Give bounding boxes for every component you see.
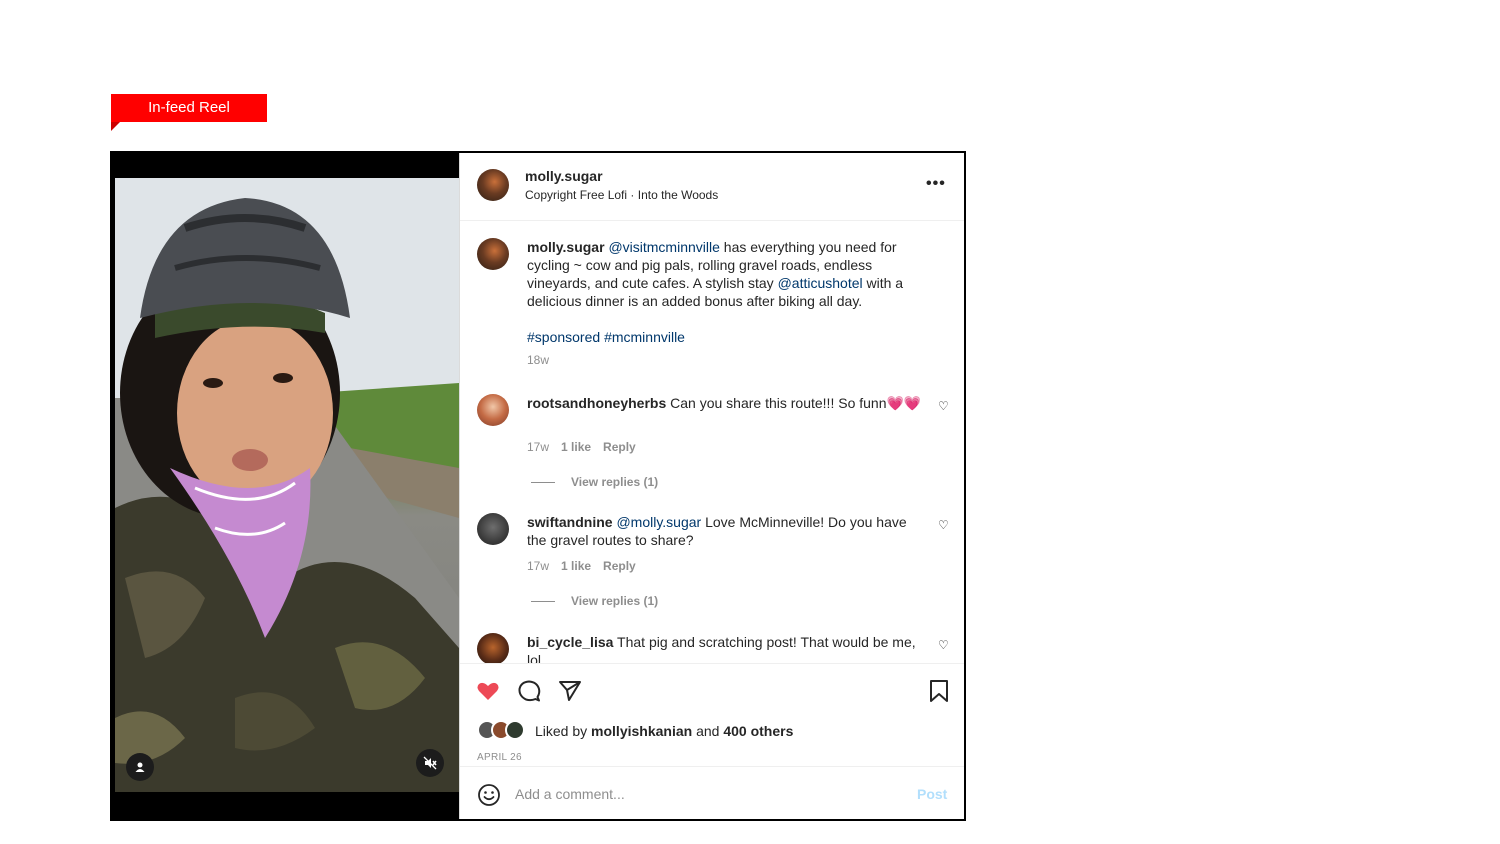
- view-replies-label: View replies (1): [571, 475, 659, 489]
- more-horizontal-icon[interactable]: •••: [926, 175, 946, 193]
- heart-outline-icon[interactable]: ♡: [938, 399, 949, 413]
- comment-username[interactable]: bi_cycle_lisa: [527, 634, 613, 650]
- comment-username[interactable]: swiftandnine: [527, 514, 613, 530]
- avatar[interactable]: [477, 238, 509, 270]
- post-date[interactable]: APRIL 26: [477, 752, 522, 763]
- audio-info[interactable]: Copyright Free Lofi · Into the Woods: [525, 188, 718, 202]
- comment-time: 17w: [527, 440, 550, 454]
- add-comment-bar: Post: [460, 766, 964, 819]
- in-feed-reel-tag: In-feed Reel: [111, 94, 267, 122]
- caption-time: 18w: [527, 353, 550, 367]
- bookmark-icon[interactable]: [926, 678, 952, 704]
- comment-time: 17w: [527, 559, 550, 573]
- tagged-user-icon[interactable]: [126, 753, 154, 781]
- avatar[interactable]: [477, 169, 509, 201]
- reel-post-frame: molly.sugar Copyright Free Lofi · Into t…: [110, 151, 966, 821]
- replies-line: [531, 482, 555, 484]
- post-button[interactable]: Post: [917, 786, 947, 802]
- comment-text: bi_cycle_lisa That pig and scratching po…: [527, 633, 922, 663]
- post-username[interactable]: molly.sugar: [525, 168, 603, 184]
- audio-separator: ·: [630, 188, 635, 202]
- action-bar: [460, 663, 964, 723]
- reply-button[interactable]: Reply: [603, 440, 636, 454]
- liked-by-user[interactable]: mollyishkanian: [591, 723, 692, 739]
- emoji-icon[interactable]: [477, 783, 501, 807]
- tag-tail: [111, 122, 120, 131]
- share-icon[interactable]: [557, 678, 583, 704]
- heart-filled-icon[interactable]: [475, 678, 501, 704]
- post-details-panel: molly.sugar Copyright Free Lofi · Into t…: [459, 153, 964, 819]
- comment-meta: 17w 1 like Reply: [527, 440, 648, 454]
- comment-icon[interactable]: [516, 678, 542, 704]
- liker-avatar[interactable]: [505, 720, 525, 740]
- video-frame-image: [115, 178, 459, 792]
- audio-track: Into the Woods: [637, 188, 719, 202]
- comment-likes[interactable]: 1 like: [561, 440, 591, 454]
- caption-username[interactable]: molly.sugar: [527, 239, 605, 255]
- avatar[interactable]: [477, 633, 509, 663]
- caption-text: molly.sugar @visitmcminnville has everyt…: [527, 238, 927, 310]
- mute-icon[interactable]: [416, 749, 444, 777]
- hashtag[interactable]: #sponsored: [527, 329, 600, 345]
- caption-mention[interactable]: @atticushotel: [778, 275, 863, 291]
- caption-mention[interactable]: @visitmcminnville: [608, 239, 719, 255]
- post-header: molly.sugar Copyright Free Lofi · Into t…: [460, 153, 964, 221]
- comment-text: rootsandhoneyherbs Can you share this ro…: [527, 394, 922, 412]
- comment-username[interactable]: rootsandhoneyherbs: [527, 395, 666, 411]
- likes-prefix: Liked by: [535, 723, 592, 739]
- avatar[interactable]: [477, 513, 509, 545]
- liked-by: Liked by mollyishkanian and 400 others: [477, 720, 957, 742]
- hashtag[interactable]: #mcminnville: [604, 329, 685, 345]
- heart-outline-icon[interactable]: ♡: [938, 518, 949, 532]
- caption-hashtags: #sponsored #mcminnville: [527, 328, 927, 346]
- likes-and: and: [692, 723, 724, 739]
- comment-body: Can you share this route!!! So funn💗💗: [666, 395, 922, 411]
- avatar[interactable]: [477, 394, 509, 426]
- liked-by-others[interactable]: 400 others: [723, 723, 793, 739]
- reply-button[interactable]: Reply: [603, 559, 636, 573]
- replies-line: [531, 601, 555, 603]
- likes-text: Liked by mollyishkanian and 400 others: [535, 723, 793, 739]
- reel-video[interactable]: [112, 153, 459, 819]
- comment-input[interactable]: [515, 780, 895, 808]
- comment-text: swiftandnine @molly.sugar Love McMinnevi…: [527, 513, 922, 549]
- comment-mention[interactable]: @molly.sugar: [616, 514, 701, 530]
- comment-likes[interactable]: 1 like: [561, 559, 591, 573]
- heart-outline-icon[interactable]: ♡: [938, 638, 949, 652]
- view-replies-button[interactable]: View replies (1): [531, 475, 658, 489]
- audio-artist: Copyright Free Lofi: [525, 188, 628, 202]
- view-replies-button[interactable]: View replies (1): [531, 594, 658, 608]
- comments-list[interactable]: molly.sugar @visitmcminnville has everyt…: [460, 222, 964, 663]
- view-replies-label: View replies (1): [571, 594, 659, 608]
- comment-meta: 17w 1 like Reply: [527, 559, 648, 573]
